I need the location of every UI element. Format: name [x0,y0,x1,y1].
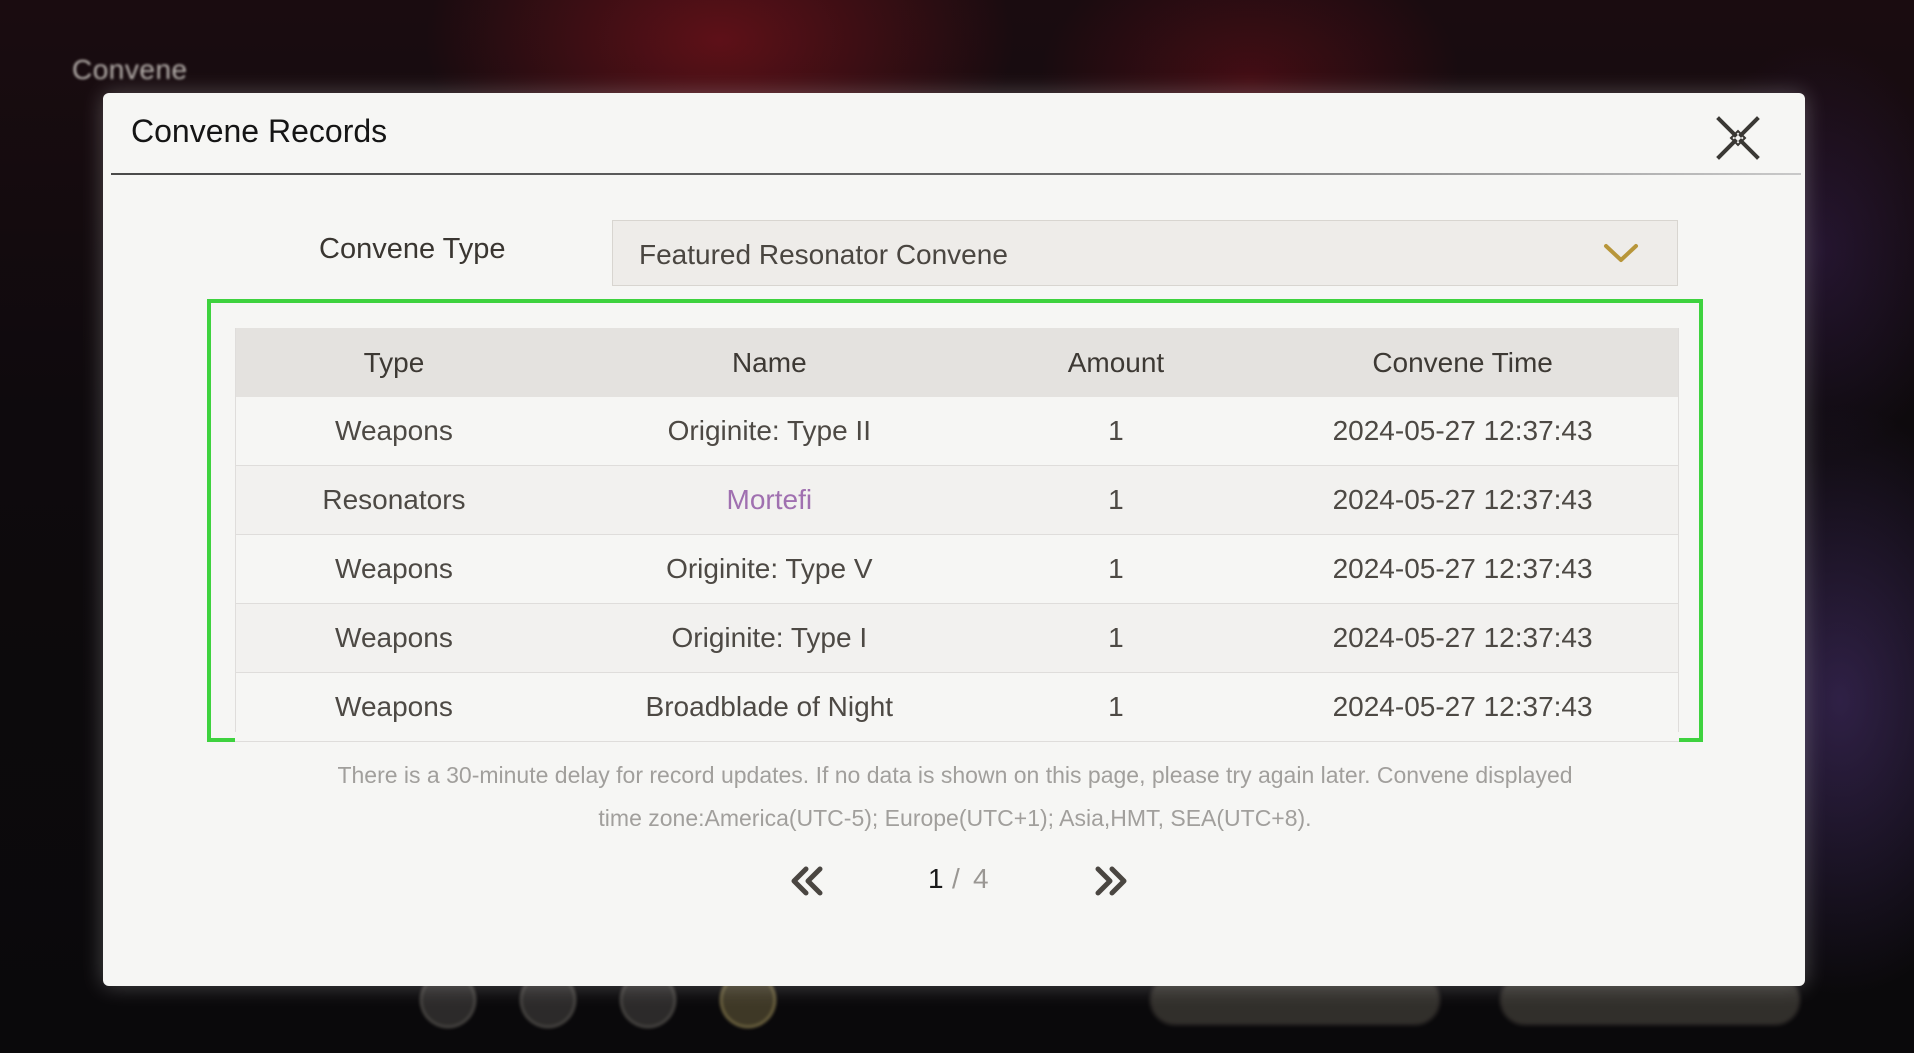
table-row: Weapons Originite: Type V 1 2024-05-27 1… [235,534,1679,604]
cell-amount: 1 [985,465,1247,535]
cell-name: Mortefi [552,465,986,535]
double-chevron-right-icon[interactable] [1088,861,1132,901]
column-header-name: Name [552,328,986,397]
column-header-amount: Amount [985,328,1247,397]
table-row: Resonators Mortefi 1 2024-05-27 12:37:43 [235,465,1679,535]
convene-type-label: Convene Type [319,233,506,265]
cell-amount: 1 [985,603,1247,673]
dialog-header: Convene Records [103,93,1805,173]
cell-time: 2024-05-27 12:37:43 [1246,397,1679,466]
cell-name: Broadblade of Night [552,672,986,742]
delay-notice-line-2: time zone:America(UTC-5); Europe(UTC+1);… [598,805,1312,831]
convene-type-dropdown[interactable]: Featured Resonator Convene [612,220,1678,286]
table-header-row: Type Name Amount Convene Time [235,328,1679,397]
convene-records-dialog: Convene Records Convene Type Featured Re… [103,93,1805,986]
cell-type: Weapons [235,603,553,673]
column-header-type: Type [235,328,553,397]
page-separator: / [952,863,960,894]
cell-amount: 1 [985,397,1247,466]
page-total: 4 [973,863,989,894]
table-row: Weapons Broadblade of Night 1 2024-05-27… [235,672,1679,742]
cell-time: 2024-05-27 12:37:43 [1246,672,1679,742]
cell-name: Originite: Type V [552,534,986,604]
cell-amount: 1 [985,534,1247,604]
cell-time: 2024-05-27 12:37:43 [1246,534,1679,604]
header-divider [111,173,1801,175]
table-row: Weapons Originite: Type II 1 2024-05-27 … [235,397,1679,466]
background-page-title: Convene [72,54,188,85]
table-row: Weapons Originite: Type I 1 2024-05-27 1… [235,603,1679,673]
cell-type: Weapons [235,397,553,466]
cell-time: 2024-05-27 12:37:43 [1246,465,1679,535]
cell-time: 2024-05-27 12:37:43 [1246,603,1679,673]
chevron-down-icon [1604,244,1638,262]
dialog-title: Convene Records [131,113,388,149]
cell-amount: 1 [985,672,1247,742]
records-table: Type Name Amount Convene Time Weapons Or… [235,328,1679,742]
close-button[interactable] [1713,113,1763,163]
delay-notice-line-1: There is a 30-minute delay for record up… [337,762,1573,788]
double-chevron-left-icon[interactable] [786,861,830,901]
page-current: 1 [928,863,944,894]
cell-type: Resonators [235,465,553,535]
convene-type-selected: Featured Resonator Convene [639,239,1008,270]
cell-type: Weapons [235,672,553,742]
cell-type: Weapons [235,534,553,604]
pagination: 1 / 4 [103,861,1805,911]
cell-name: Originite: Type II [552,397,986,466]
close-icon [1716,116,1760,160]
delay-notice: There is a 30-minute delay for record up… [213,754,1697,840]
cell-name: Originite: Type I [552,603,986,673]
column-header-time: Convene Time [1246,328,1679,397]
